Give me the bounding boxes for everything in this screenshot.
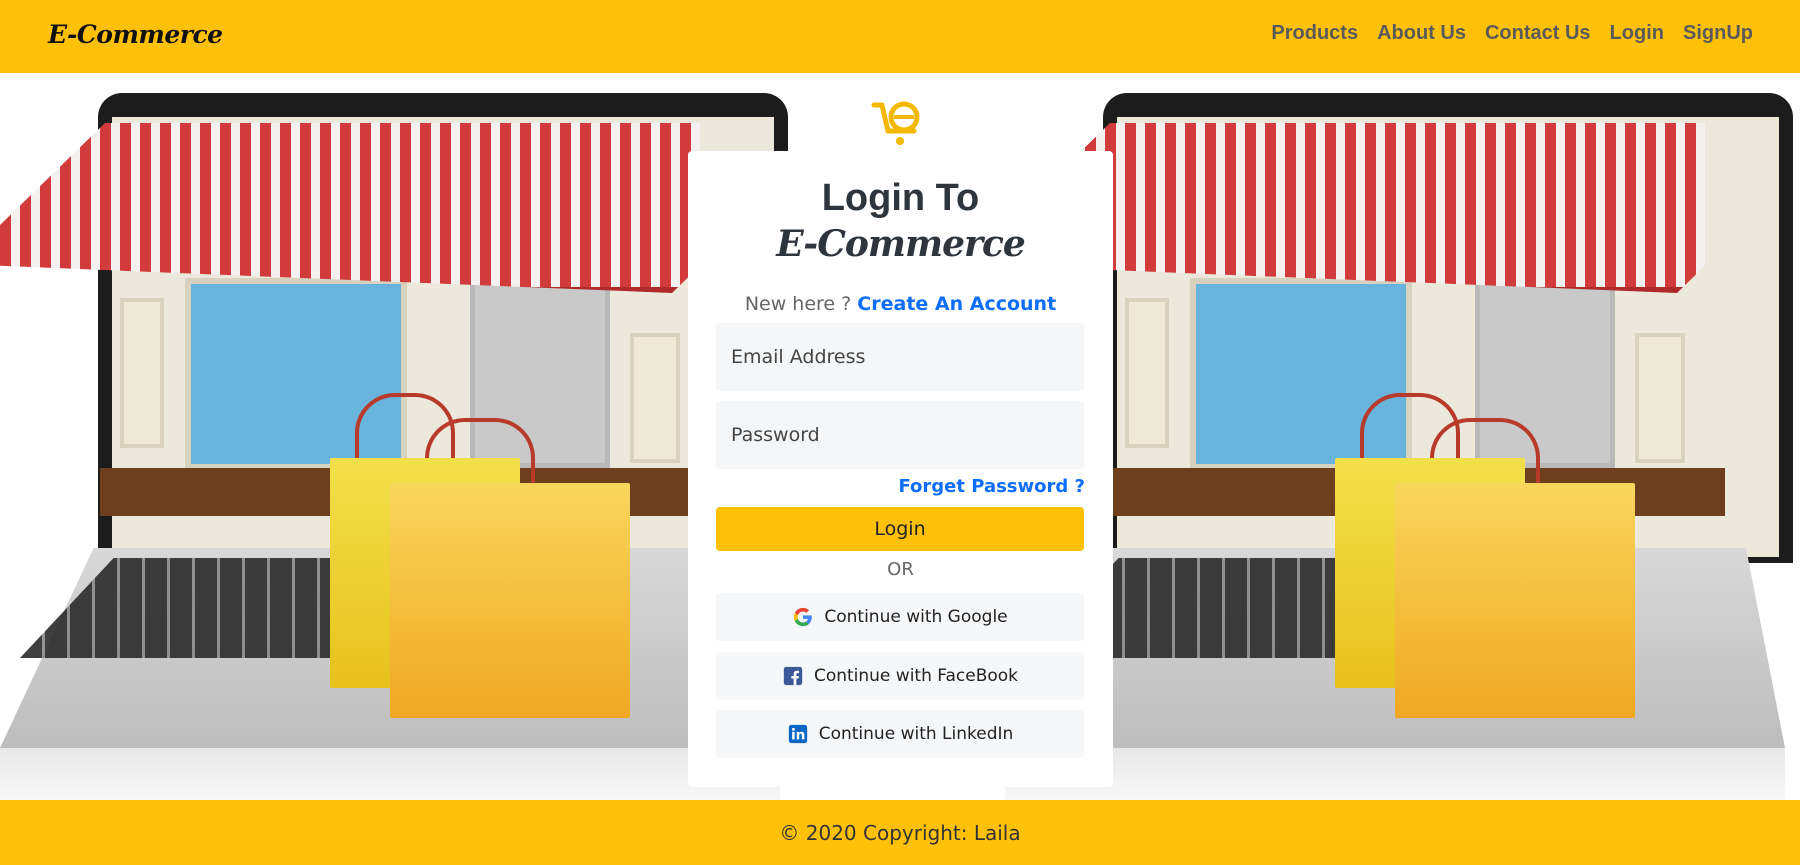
facebook-login-label: Continue with FaceBook: [813, 666, 1019, 686]
forget-password-link[interactable]: Forget Password ?: [898, 476, 1085, 497]
linkedin-icon: [787, 723, 809, 745]
nav-contact-us[interactable]: Contact Us: [1485, 22, 1591, 45]
login-button[interactable]: Login: [716, 507, 1084, 551]
login-title-brand: E-Commerce: [776, 223, 1026, 265]
google-icon: [792, 606, 814, 628]
laptop-shop-image-right: [1005, 93, 1793, 800]
laptop-shop-image-left: [0, 93, 788, 800]
nav-signup[interactable]: SignUp: [1683, 22, 1753, 45]
email-field[interactable]: [716, 323, 1084, 391]
cart-e-logo-icon: [871, 101, 920, 145]
create-account-link[interactable]: Create An Account: [857, 293, 1056, 315]
signup-prompt-text: New here ?: [744, 293, 858, 315]
login-card: Login To E-Commerce New here ? Create An…: [688, 151, 1113, 787]
signup-prompt: New here ? Create An Account: [688, 293, 1113, 315]
footer: © 2020 Copyright: Laila: [0, 800, 1800, 865]
google-login-button[interactable]: Continue with Google: [716, 593, 1084, 641]
navbar: E-Commerce Products About Us Contact Us …: [0, 0, 1800, 73]
nav-about-us[interactable]: About Us: [1377, 22, 1466, 45]
linkedin-login-button[interactable]: Continue with LinkedIn: [716, 710, 1084, 758]
copyright-text: © 2020 Copyright: Laila: [779, 820, 1021, 845]
nav-login[interactable]: Login: [1610, 22, 1664, 45]
facebook-login-button[interactable]: Continue with FaceBook: [716, 652, 1084, 700]
main-nav: Products About Us Contact Us Login SignU…: [1271, 22, 1753, 45]
nav-products[interactable]: Products: [1271, 22, 1358, 45]
facebook-icon: [782, 665, 804, 687]
or-divider: OR: [887, 559, 914, 580]
google-login-label: Continue with Google: [824, 607, 1008, 627]
login-title: Login To: [821, 177, 980, 219]
brand-logo[interactable]: E-Commerce: [48, 20, 223, 49]
linkedin-login-label: Continue with LinkedIn: [818, 724, 1014, 744]
password-field[interactable]: [716, 401, 1084, 469]
